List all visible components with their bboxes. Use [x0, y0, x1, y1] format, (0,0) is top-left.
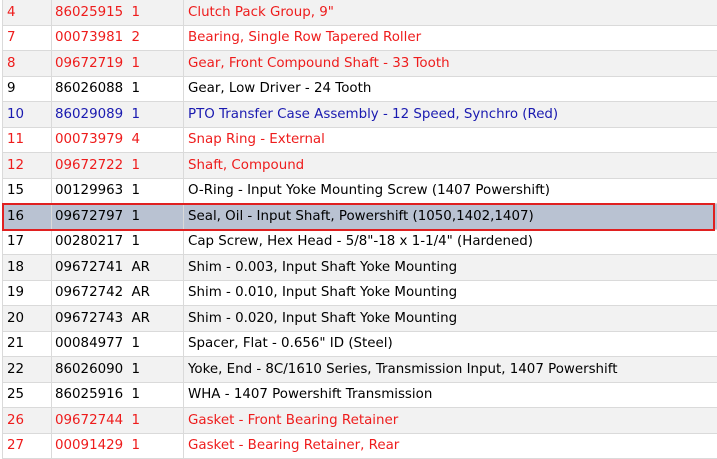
- quantity-cell: 1: [129, 433, 184, 459]
- table-row[interactable]: 21 00084977 1 Spacer, Flat - 0.656" ID (…: [3, 331, 717, 357]
- table-row[interactable]: 22 86026090 1 Yoke, End - 8C/1610 Series…: [3, 357, 717, 383]
- table-row[interactable]: 19 09672742 AR Shim - 0.010, Input Shaft…: [3, 280, 717, 306]
- part-number-cell: 86025916: [52, 382, 129, 408]
- table-row[interactable]: 8 09672719 1 Gear, Front Compound Shaft …: [3, 51, 717, 77]
- description-cell: Yoke, End - 8C/1610 Series, Transmission…: [184, 357, 717, 383]
- table-row[interactable]: 27 00091429 1 Gasket - Bearing Retainer,…: [3, 433, 717, 459]
- description-cell: Cap Screw, Hex Head - 5/8"-18 x 1-1/4" (…: [184, 229, 717, 255]
- description-cell: O-Ring - Input Yoke Mounting Screw (1407…: [184, 178, 717, 204]
- quantity-cell: 1: [129, 204, 184, 230]
- item-number-cell: 9: [3, 76, 52, 102]
- part-number-cell: 86026090: [52, 357, 129, 383]
- description-cell: Shaft, Compound: [184, 153, 717, 179]
- part-number-cell: 00084977: [52, 331, 129, 357]
- quantity-cell: 1: [129, 229, 184, 255]
- item-number-cell: 21: [3, 331, 52, 357]
- item-number-cell: 20: [3, 306, 52, 332]
- table-row[interactable]: 26 09672744 1 Gasket - Front Bearing Ret…: [3, 408, 717, 434]
- description-cell: Shim - 0.020, Input Shaft Yoke Mounting: [184, 306, 717, 332]
- table-row[interactable]: 10 86029089 1 PTO Transfer Case Assembly…: [3, 102, 717, 128]
- table-row[interactable]: 12 09672722 1 Shaft, Compound: [3, 153, 717, 179]
- item-number-cell: 22: [3, 357, 52, 383]
- part-number-cell: 00280217: [52, 229, 129, 255]
- description-cell: Seal, Oil - Input Shaft, Powershift (105…: [184, 204, 717, 230]
- part-number-cell: 86026088: [52, 76, 129, 102]
- part-number-cell: 00073981: [52, 25, 129, 51]
- table-row[interactable]: 18 09672741 AR Shim - 0.003, Input Shaft…: [3, 255, 717, 281]
- quantity-cell: AR: [129, 280, 184, 306]
- parts-list-table: 4 86025915 1 Clutch Pack Group, 9" 7 000…: [2, 0, 717, 459]
- item-number-cell: 17: [3, 229, 52, 255]
- item-number-cell: 7: [3, 25, 52, 51]
- part-number-cell: 09672797: [52, 204, 129, 230]
- table-row[interactable]: 7 00073981 2 Bearing, Single Row Tapered…: [3, 25, 717, 51]
- description-cell: Spacer, Flat - 0.656" ID (Steel): [184, 331, 717, 357]
- description-cell: Gasket - Front Bearing Retainer: [184, 408, 717, 434]
- part-number-cell: 09672722: [52, 153, 129, 179]
- table-row[interactable]: 15 00129963 1 O-Ring - Input Yoke Mounti…: [3, 178, 717, 204]
- description-cell: Shim - 0.003, Input Shaft Yoke Mounting: [184, 255, 717, 281]
- item-number-cell: 16: [3, 204, 52, 230]
- description-cell: Clutch Pack Group, 9": [184, 0, 717, 25]
- quantity-cell: 1: [129, 382, 184, 408]
- description-cell: Gear, Low Driver - 24 Tooth: [184, 76, 717, 102]
- item-number-cell: 19: [3, 280, 52, 306]
- table-row[interactable]: 9 86026088 1 Gear, Low Driver - 24 Tooth: [3, 76, 717, 102]
- quantity-cell: 2: [129, 25, 184, 51]
- item-number-cell: 26: [3, 408, 52, 434]
- quantity-cell: 1: [129, 102, 184, 128]
- item-number-cell: 27: [3, 433, 52, 459]
- table-row[interactable]: 20 09672743 AR Shim - 0.020, Input Shaft…: [3, 306, 717, 332]
- table-row[interactable]: 11 00073979 4 Snap Ring - External: [3, 127, 717, 153]
- quantity-cell: AR: [129, 306, 184, 332]
- description-cell: Snap Ring - External: [184, 127, 717, 153]
- description-cell: Gasket - Bearing Retainer, Rear: [184, 433, 717, 459]
- description-cell: PTO Transfer Case Assembly - 12 Speed, S…: [184, 102, 717, 128]
- description-cell: Shim - 0.010, Input Shaft Yoke Mounting: [184, 280, 717, 306]
- table-row[interactable]: 25 86025916 1 WHA - 1407 Powershift Tran…: [3, 382, 717, 408]
- part-number-cell: 09672742: [52, 280, 129, 306]
- item-number-cell: 8: [3, 51, 52, 77]
- item-number-cell: 15: [3, 178, 52, 204]
- quantity-cell: AR: [129, 255, 184, 281]
- part-number-cell: 09672744: [52, 408, 129, 434]
- part-number-cell: 00091429: [52, 433, 129, 459]
- item-number-cell: 12: [3, 153, 52, 179]
- quantity-cell: 1: [129, 357, 184, 383]
- part-number-cell: 00129963: [52, 178, 129, 204]
- description-cell: Bearing, Single Row Tapered Roller: [184, 25, 717, 51]
- item-number-cell: 25: [3, 382, 52, 408]
- quantity-cell: 1: [129, 178, 184, 204]
- quantity-cell: 4: [129, 127, 184, 153]
- description-cell: WHA - 1407 Powershift Transmission: [184, 382, 717, 408]
- quantity-cell: 1: [129, 76, 184, 102]
- table-row[interactable]: 4 86025915 1 Clutch Pack Group, 9": [3, 0, 717, 25]
- item-number-cell: 11: [3, 127, 52, 153]
- quantity-cell: 1: [129, 51, 184, 77]
- description-cell: Gear, Front Compound Shaft - 33 Tooth: [184, 51, 717, 77]
- quantity-cell: 1: [129, 153, 184, 179]
- quantity-cell: 1: [129, 408, 184, 434]
- part-number-cell: 09672743: [52, 306, 129, 332]
- part-number-cell: 09672741: [52, 255, 129, 281]
- part-number-cell: 00073979: [52, 127, 129, 153]
- part-number-cell: 09672719: [52, 51, 129, 77]
- quantity-cell: 1: [129, 331, 184, 357]
- selected-table-row[interactable]: 16 09672797 1 Seal, Oil - Input Shaft, P…: [3, 204, 717, 230]
- item-number-cell: 10: [3, 102, 52, 128]
- item-number-cell: 18: [3, 255, 52, 281]
- parts-list-body: 4 86025915 1 Clutch Pack Group, 9" 7 000…: [3, 0, 717, 459]
- part-number-cell: 86029089: [52, 102, 129, 128]
- table-row[interactable]: 17 00280217 1 Cap Screw, Hex Head - 5/8"…: [3, 229, 717, 255]
- quantity-cell: 1: [129, 0, 184, 25]
- item-number-cell: 4: [3, 0, 52, 25]
- part-number-cell: 86025915: [52, 0, 129, 25]
